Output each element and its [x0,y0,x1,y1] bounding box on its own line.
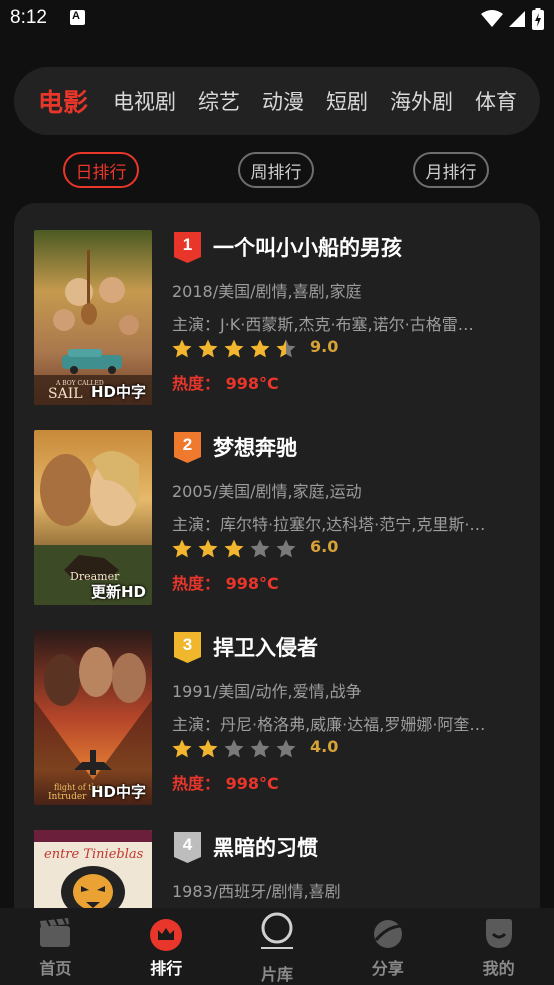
star-icon [198,539,218,558]
wifi-icon [481,10,503,27]
heat-value: 热度： 998°C [172,774,279,793]
nav-home[interactable]: 首页 [0,908,111,985]
planet-icon [373,920,402,948]
clapperboard-icon [40,918,71,947]
heat-value: 热度： 998°C [172,574,279,593]
rating-score: 6.0 [310,537,339,556]
poster-image[interactable]: Dreamer 更新HD [34,430,152,605]
crown-icon [150,919,183,951]
movie-meta: 2005/美国/剧情,家庭,运动 [172,482,362,501]
star-rating [171,738,301,760]
star-icon [172,339,192,358]
tab-short-drama[interactable]: 短剧 [326,86,368,116]
movie-meta: 2018/美国/剧情,喜剧,家庭 [172,282,362,301]
nav-library[interactable]: 片库 [222,908,333,985]
nav-label: 排行 [150,959,183,978]
nav-share[interactable]: 分享 [332,908,443,985]
profile-icon [485,919,512,948]
status-time: 8:12 [10,7,47,28]
bottom-nav: 首页 排行 片库 分享 我的 [0,908,554,985]
star-icon [172,739,192,758]
period-weekly-button[interactable]: 周排行 [238,152,314,188]
movie-cast: 主演：库尔特·拉塞尔,达科塔·范宁,克里斯·… [172,515,486,534]
movie-title[interactable]: 一个叫小小船的男孩 [213,232,402,262]
nav-profile[interactable]: 我的 [443,908,554,985]
star-icon [224,739,244,758]
quality-badge: HD中字 [90,383,146,401]
star-rating [171,538,301,560]
rank-badge: 2 [174,432,201,463]
rank-number: 3 [182,635,193,654]
circle-icon [260,912,293,949]
heat-value: 热度： 998°C [172,374,279,393]
list-item[interactable]: flight of the Intruder HD中字 3 捍卫入侵者 1991… [14,630,540,830]
list-item[interactable]: Dreamer 更新HD 2 梦想奔驰 2005/美国/剧情,家庭,运动 主演：… [14,430,540,630]
status-icons [481,6,544,32]
tab-overseas[interactable]: 海外剧 [390,86,453,116]
tab-sports[interactable]: 体育 [475,86,517,116]
signal-icon [509,11,525,27]
star-icon [276,739,296,758]
list-item[interactable]: A BOY CALLED SAIL HD中字 1 一个叫小小船的男孩 2018/… [14,230,540,430]
rank-badge: 4 [174,832,201,863]
star-icon [224,339,244,358]
notification-a-icon [70,10,85,25]
star-icon [172,539,192,558]
star-icon [198,339,218,358]
rank-number: 1 [182,235,193,254]
nav-label: 我的 [482,959,515,978]
tab-tv-series[interactable]: 电视剧 [113,86,176,116]
ranking-list: A BOY CALLED SAIL HD中字 1 一个叫小小船的男孩 2018/… [14,203,540,983]
star-icon [276,339,296,358]
movie-meta: 1983/西班牙/剧情,喜剧 [172,882,341,901]
svg-text:Intruder: Intruder [48,792,87,802]
movie-cast: 主演：丹尼·格洛弗,威廉·达福,罗姗娜·阿奎… [172,715,486,734]
rating-score: 4.0 [310,737,339,756]
period-daily-button[interactable]: 日排行 [63,152,139,188]
tab-anime[interactable]: 动漫 [262,86,304,116]
star-icon [250,539,270,558]
nav-label: 片库 [260,965,293,984]
poster-image[interactable]: flight of the Intruder HD中字 [34,630,152,805]
star-icon [276,539,296,558]
star-icon [198,739,218,758]
nav-label: 首页 [39,959,72,978]
period-monthly-button[interactable]: 月排行 [413,152,489,188]
tab-variety[interactable]: 综艺 [198,86,240,116]
rating-score: 9.0 [310,337,339,356]
movie-title[interactable]: 黑暗的习惯 [213,832,318,862]
nav-ranking[interactable]: 排行 [111,908,222,985]
svg-text:entre Tinieblas: entre Tinieblas [44,847,144,862]
status-bar: 8:12 [0,0,554,38]
movie-meta: 1991/美国/动作,爱情,战争 [172,682,362,701]
category-tabs: 电影 电视剧 综艺 动漫 短剧 海外剧 体育 [14,67,540,135]
nav-label: 分享 [371,959,404,978]
star-icon [250,739,270,758]
rank-badge: 1 [174,232,201,263]
movie-cast: 主演：J·K·西蒙斯,杰克·布塞,诺尔·古格雷… [172,315,474,334]
poster-image[interactable]: A BOY CALLED SAIL HD中字 [34,230,152,405]
movie-title[interactable]: 捍卫入侵者 [213,632,318,662]
quality-badge: 更新HD [90,583,146,601]
svg-text:SAIL: SAIL [48,386,83,402]
star-icon [250,339,270,358]
rank-number: 2 [182,435,193,454]
rank-badge: 3 [174,632,201,663]
star-rating [171,338,301,360]
movie-title[interactable]: 梦想奔驰 [213,432,297,462]
tab-movie[interactable]: 电影 [38,83,88,119]
star-icon [224,539,244,558]
rank-number: 4 [182,835,193,854]
battery-icon [532,8,544,30]
quality-badge: HD中字 [90,783,146,801]
